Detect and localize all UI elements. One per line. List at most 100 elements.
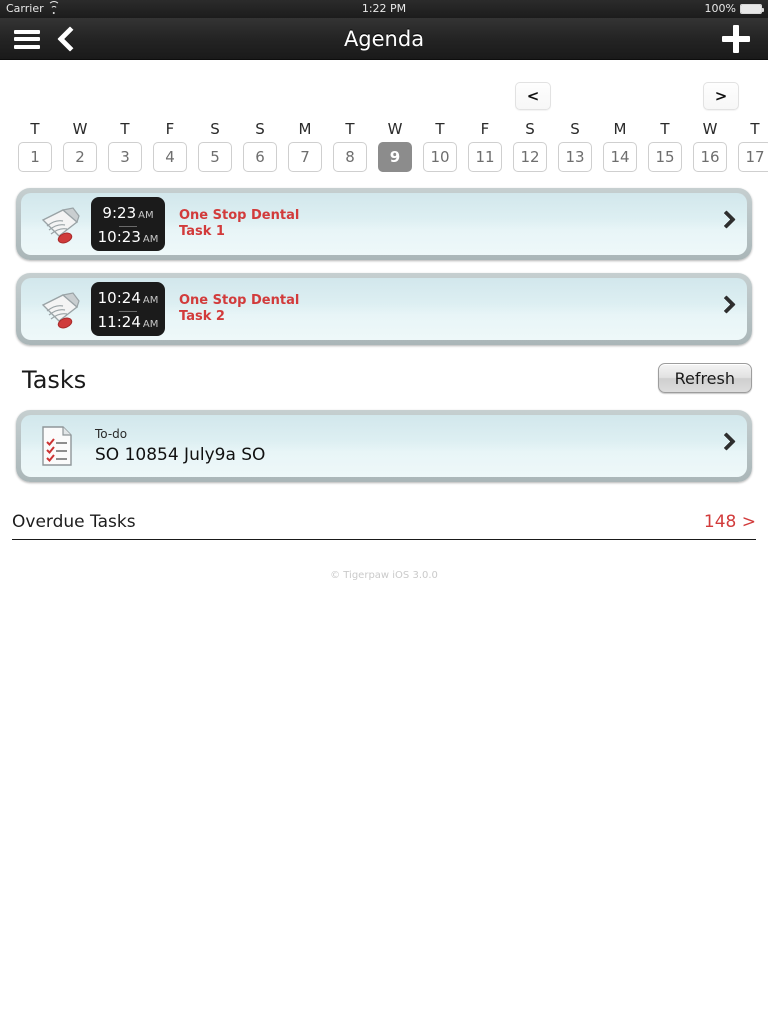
date-cell-number: 16 xyxy=(693,142,727,172)
appointment-start-time: 9:23 xyxy=(102,203,137,222)
appointment-end-meridiem: AM xyxy=(142,318,159,330)
date-cell-number: 4 xyxy=(153,142,187,172)
battery-percent-label: 100% xyxy=(704,2,736,15)
appointment-card[interactable]: 10:24 AM 11:24 AM One Stop Dental Task 2 xyxy=(16,273,752,345)
appointment-time-box: 9:23 AM 10:23 AM xyxy=(91,197,165,251)
date-cell-number: 2 xyxy=(63,142,97,172)
appointment-end-time: 10:23 xyxy=(97,227,141,246)
date-cell-2[interactable]: W2 xyxy=(63,120,97,172)
date-cell-10[interactable]: T 10 xyxy=(423,120,457,172)
appointment-end-time: 11:24 xyxy=(97,312,141,331)
date-cell-number: 8 xyxy=(333,142,367,172)
status-bar-time: 1:22 PM xyxy=(361,2,407,15)
previous-week-button[interactable]: < xyxy=(515,82,551,110)
date-cell-11[interactable]: F 11 xyxy=(468,120,502,172)
appointment-subtitle: Task 2 xyxy=(179,309,225,324)
date-cell-weekday: T xyxy=(120,120,130,138)
navbar-right-group xyxy=(722,18,750,60)
date-cell-5[interactable]: S5 xyxy=(198,120,232,172)
date-cell-weekday: T xyxy=(30,120,40,138)
date-cell-number: 6 xyxy=(243,142,277,172)
date-cell-9[interactable]: W9 xyxy=(378,120,412,172)
date-cell-13[interactable]: S 13 xyxy=(558,120,592,172)
chevron-right-icon[interactable] xyxy=(717,432,736,451)
appointment-card-inner: 10:24 AM 11:24 AM One Stop Dental Task 2 xyxy=(21,278,747,340)
date-cell-weekday: S xyxy=(570,120,580,138)
overdue-tasks-count: 148 > xyxy=(703,511,756,532)
appointment-end-meridiem: AM xyxy=(142,233,159,245)
date-cell-weekday: W xyxy=(72,120,88,138)
next-week-button[interactable]: > xyxy=(703,82,739,110)
date-cell-15[interactable]: T 15 xyxy=(648,120,682,172)
date-cell-weekday: F xyxy=(480,120,490,138)
date-cell-1[interactable]: T1 xyxy=(18,120,52,172)
hand-holding-document-icon xyxy=(33,200,89,248)
week-pager: < > xyxy=(0,60,768,120)
date-cell-7[interactable]: M7 xyxy=(288,120,322,172)
date-cell-number: 5 xyxy=(198,142,232,172)
appointment-subtitle: Task 1 xyxy=(179,224,225,239)
date-cell-number: 9 xyxy=(378,142,412,172)
date-cell-weekday: M xyxy=(298,120,312,138)
date-cell-number: 12 xyxy=(513,142,547,172)
task-kind: To-do xyxy=(95,427,128,441)
overdue-tasks-row[interactable]: Overdue Tasks 148 > xyxy=(12,504,756,540)
date-cell-weekday: S xyxy=(210,120,220,138)
task-card[interactable]: To-do SO 10854 July9a SO xyxy=(16,410,752,482)
page-title: Agenda xyxy=(343,27,425,51)
appointment-text: One Stop Dental Task 1 xyxy=(179,208,299,240)
task-card-inner: To-do SO 10854 July9a SO xyxy=(21,415,747,477)
date-cell-12[interactable]: S 12 xyxy=(513,120,547,172)
date-cell-weekday: W xyxy=(702,120,718,138)
date-cell-weekday: W xyxy=(387,120,403,138)
date-strip-row: T 1 W 2 T 3 F 4 S 5 S 6 M 7 T 8 W 9 T 10 F 11 S 12 S 13 M 14 T 15 W 16 T… xyxy=(18,120,768,172)
date-cell-number: 11 xyxy=(468,142,502,172)
appointment-card[interactable]: 9:23 AM 10:23 AM One Stop Dental Task 1 xyxy=(16,188,752,260)
date-cell-number: 1 xyxy=(18,142,52,172)
appointment-start-meridiem: AM xyxy=(142,294,159,306)
date-cell-8[interactable]: T8 xyxy=(333,120,367,172)
appointment-list: 9:23 AM 10:23 AM One Stop Dental Task 1 10:24… xyxy=(0,180,768,345)
date-cell-number: 15 xyxy=(648,142,682,172)
date-cell-weekday: F xyxy=(165,120,175,138)
date-strip[interactable]: T 1 W 2 T 3 F 4 S 5 S 6 M 7 T 8 W 9 T 10 F 11 S 12 S 13 M 14 T 15 W 16 T… xyxy=(0,120,768,180)
date-cell-3[interactable]: T3 xyxy=(108,120,142,172)
chevron-right-icon[interactable] xyxy=(717,295,736,314)
appointment-title: One Stop Dental xyxy=(179,208,300,223)
date-cell-4[interactable]: F4 xyxy=(153,120,187,172)
date-cell-number: 14 xyxy=(603,142,637,172)
appointment-time-box: 10:24 AM 11:24 AM xyxy=(91,282,165,336)
date-cell-weekday: T xyxy=(435,120,445,138)
chevron-right-icon[interactable] xyxy=(717,210,736,229)
task-text: To-do SO 10854 July9a SO xyxy=(95,426,265,466)
appointment-text: One Stop Dental Task 2 xyxy=(179,293,299,325)
footer-version: © Tigerpaw iOS 3.0.0 xyxy=(330,570,438,581)
date-cell-weekday: S xyxy=(525,120,535,138)
battery-full-icon xyxy=(740,4,764,14)
status-bar-right: 100% xyxy=(704,0,764,18)
refresh-button[interactable]: Refresh xyxy=(657,363,752,393)
date-cell-17[interactable]: T 17 xyxy=(738,120,768,172)
date-cell-number: 3 xyxy=(108,142,142,172)
date-cell-weekday: T xyxy=(660,120,670,138)
time-separator xyxy=(119,310,137,312)
date-cell-6[interactable]: S6 xyxy=(243,120,277,172)
date-cell-weekday: T xyxy=(750,120,760,138)
navigation-bar: Agenda xyxy=(0,18,768,60)
task-list: To-do SO 10854 July9a SO xyxy=(0,402,768,482)
task-name: SO 10854 July9a SO xyxy=(95,445,266,465)
status-bar: Carrier 1:22 PM 100% xyxy=(0,0,768,18)
date-cell-weekday: T xyxy=(345,120,355,138)
date-cell-14[interactable]: M 14 xyxy=(603,120,637,172)
date-cell-number: 13 xyxy=(558,142,592,172)
date-cell-weekday: S xyxy=(255,120,265,138)
overdue-tasks-label: Overdue Tasks xyxy=(12,511,136,532)
date-cell-number: 10 xyxy=(423,142,457,172)
main-content: < > T 1 W 2 T 3 F 4 S 5 S 6 M 7 T 8 W 9 T 10 F 11 S 12 S 13 M 14 T 15… xyxy=(0,60,768,1024)
date-cell-weekday: M xyxy=(613,120,627,138)
date-cell-16[interactable]: W 16 xyxy=(693,120,727,172)
checklist-document-icon xyxy=(39,425,75,467)
plus-icon[interactable] xyxy=(722,25,750,53)
appointment-start-time: 10:24 xyxy=(97,288,141,307)
tasks-section-header: Tasks Refresh xyxy=(0,358,768,402)
